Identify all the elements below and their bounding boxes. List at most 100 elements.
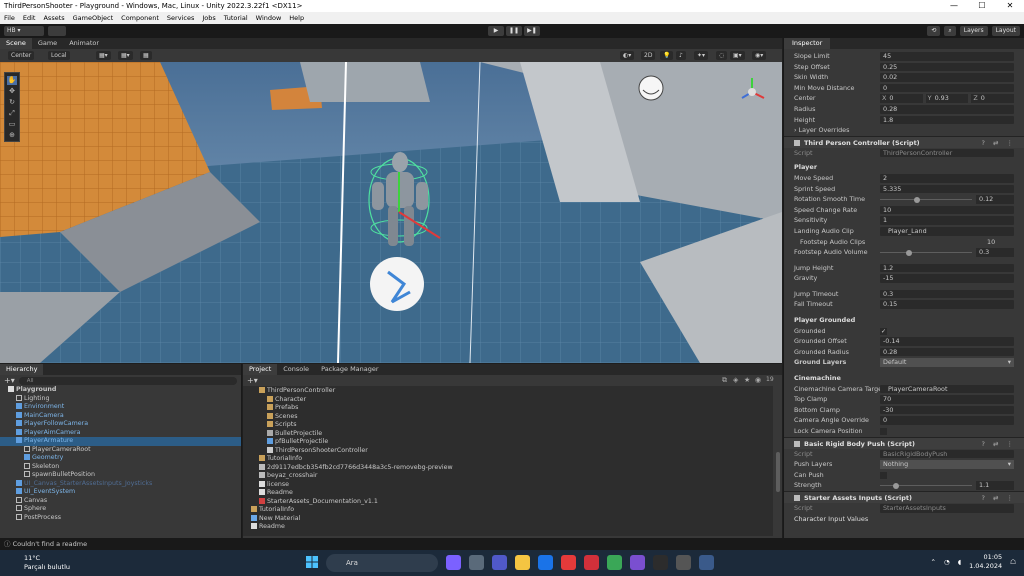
can-push-checkbox[interactable] (880, 471, 887, 479)
tray-chevron-icon[interactable]: ⌃ (931, 558, 936, 566)
basic-rigid-body-push-header[interactable]: Basic Rigid Body Push (Script) ? ⇄ ⋮ (784, 436, 1024, 449)
cc-skin-width-field[interactable]: 0.02 (880, 73, 1014, 82)
bottom-clamp-field[interactable]: -30 (880, 405, 1014, 415)
footstep-audio-volume-slider-handle[interactable] (905, 249, 912, 256)
clock[interactable]: 01:05 1.04.2024 (969, 553, 1002, 571)
lock-camera-position-checkbox[interactable] (880, 428, 887, 435)
tab-hierarchy[interactable]: Hierarchy (0, 364, 44, 375)
hierarchy-item[interactable]: PlayerArmature (0, 437, 241, 446)
gravity-field[interactable]: -15 (880, 274, 1014, 283)
media-icon[interactable] (561, 555, 576, 570)
favorite-icon[interactable]: ★ (744, 376, 752, 384)
project-item[interactable]: StarterAssets_Documentation_v1.1 (243, 497, 773, 507)
mail-icon[interactable] (538, 555, 553, 570)
sensitivity-field[interactable]: 1 (880, 216, 1014, 225)
project-item[interactable]: license (243, 480, 773, 490)
search-by-type-icon[interactable]: ⧉ (722, 376, 730, 384)
top-clamp-field[interactable]: 70 (880, 395, 1014, 404)
tab-console[interactable]: Console (277, 364, 315, 375)
cloud-icon[interactable] (48, 26, 66, 36)
rotation-smooth-time-slider[interactable] (880, 199, 972, 201)
toggle-2d-button[interactable]: 2D (641, 51, 656, 60)
grid-icon[interactable]: ▦▾ (118, 51, 133, 60)
center-x-field[interactable]: X0 (880, 94, 923, 103)
hierarchy-item[interactable]: Geometry (0, 454, 241, 463)
project-item[interactable]: 2d9117edbcb354fb2cd7766d3448a3c5-removeb… (243, 463, 773, 473)
hierarchy-item[interactable]: Playground (0, 386, 241, 395)
hidden-packages-icon[interactable]: ◉ (755, 376, 763, 384)
visual-studio-icon[interactable] (630, 555, 645, 570)
tab-game[interactable]: Game (32, 38, 63, 49)
space-local-dropdown[interactable]: Local (48, 51, 70, 60)
hierarchy-item[interactable]: UI_EventSystem (0, 488, 241, 497)
step-button[interactable]: ▶❚ (524, 26, 540, 36)
hierarchy-item[interactable]: Canvas (0, 496, 241, 506)
project-item[interactable]: Scripts (243, 421, 773, 430)
pause-button[interactable]: ❚❚ (506, 26, 522, 36)
cc-radius-field[interactable]: 0.28 (880, 104, 1014, 114)
snap-icon[interactable]: ▦ (140, 51, 152, 60)
hidden-objects-icon[interactable]: ◌ (716, 51, 728, 60)
settings-icon[interactable] (699, 555, 714, 570)
rect-tool-icon[interactable]: ▭ (7, 120, 17, 129)
landing-audio-clip-field[interactable]: Player_Land (880, 226, 1014, 236)
grounded-radius-field[interactable]: 0.28 (880, 347, 1014, 357)
tab-package-manager[interactable]: Package Manager (315, 364, 385, 375)
unity-hub-icon[interactable] (653, 555, 668, 570)
hierarchy-item[interactable]: Lighting (0, 394, 241, 404)
cc-step-offset-field[interactable]: 0.25 (880, 62, 1014, 72)
draw-mode-icon[interactable]: ◐▾ (620, 51, 635, 60)
play-button[interactable]: ▶ (488, 26, 504, 36)
menu-jobs[interactable]: Jobs (202, 12, 215, 24)
center-z-field[interactable]: Z0 (971, 94, 1015, 103)
strength-field[interactable]: 1.1 (976, 481, 1014, 490)
jump-height-field[interactable]: 1.2 (880, 263, 1014, 273)
pivot-center-dropdown[interactable]: Center (8, 51, 35, 60)
audio-icon[interactable]: ♪ (676, 51, 686, 60)
project-item[interactable]: Character (243, 395, 773, 405)
cc-min-move-distance-field[interactable]: 0 (880, 83, 1014, 93)
notifications-icon[interactable]: ☖ (1010, 558, 1016, 566)
project-item[interactable]: TutorialInfo (243, 455, 773, 464)
rotate-tool-icon[interactable]: ↻ (7, 98, 17, 107)
menu-services[interactable]: Services (167, 12, 194, 24)
volume-icon[interactable]: ◖ (958, 558, 961, 566)
add-asset-icon[interactable]: +▾ (247, 376, 258, 385)
hierarchy-item[interactable]: PostProcess (0, 513, 241, 523)
cc-slope-limit-field[interactable]: 45 (880, 52, 1014, 61)
menu-file[interactable]: File (4, 12, 15, 24)
unity-editor-icon[interactable] (676, 555, 691, 570)
account-dropdown[interactable]: HB ▾ (4, 26, 44, 36)
maximize-button[interactable]: ☐ (968, 0, 996, 12)
close-button[interactable]: ✕ (996, 0, 1024, 12)
project-item[interactable]: Readme (243, 489, 773, 498)
move-speed-field[interactable]: 2 (880, 173, 1014, 183)
project-item[interactable]: ThirdPersonShooterController (243, 446, 773, 456)
strength-slider-handle[interactable] (892, 482, 899, 489)
copilot-icon[interactable] (446, 555, 461, 570)
project-item[interactable]: pfBulletProjectile (243, 438, 773, 447)
status-message[interactable]: Couldn't find a readme (13, 540, 88, 548)
rotation-smooth-time-field[interactable]: 0.12 (976, 195, 1014, 204)
menu-component[interactable]: Component (121, 12, 159, 24)
task-view-icon[interactable] (469, 555, 484, 570)
hierarchy-item[interactable]: Sphere (0, 505, 241, 514)
hierarchy-item[interactable]: UI_Canvas_StarterAssetsInputs_Joysticks (0, 479, 241, 489)
hierarchy-item[interactable]: spawnBulletPosition (0, 471, 241, 480)
file-explorer-icon[interactable] (515, 555, 530, 570)
center-y-field[interactable]: Y 0.93 (925, 94, 969, 103)
project-scrollbar[interactable] (776, 452, 780, 492)
hierarchy-item[interactable]: PlayerFollowCamera (0, 420, 241, 429)
fall-timeout-field[interactable]: 0.15 (880, 300, 1014, 310)
cc-height-field[interactable]: 1.8 (880, 115, 1014, 125)
weather-widget[interactable]: 11°C Parçalı bulutlu (8, 554, 70, 572)
camera-icon[interactable]: ▣▾ (730, 51, 745, 60)
menu-edit[interactable]: Edit (23, 12, 36, 24)
sprint-speed-field[interactable]: 5.335 (880, 184, 1014, 194)
network-icon[interactable]: ◔ (944, 558, 950, 566)
grid-snap-icon[interactable]: ▦▾ (96, 51, 111, 60)
menu-assets[interactable]: Assets (43, 12, 64, 24)
search-icon[interactable]: ⌕ (944, 26, 956, 36)
third-person-controller-header[interactable]: Third Person Controller (Script) ? ⇄ ⋮ (784, 135, 1024, 148)
ground-layers-dropdown[interactable]: Default (880, 358, 1014, 368)
